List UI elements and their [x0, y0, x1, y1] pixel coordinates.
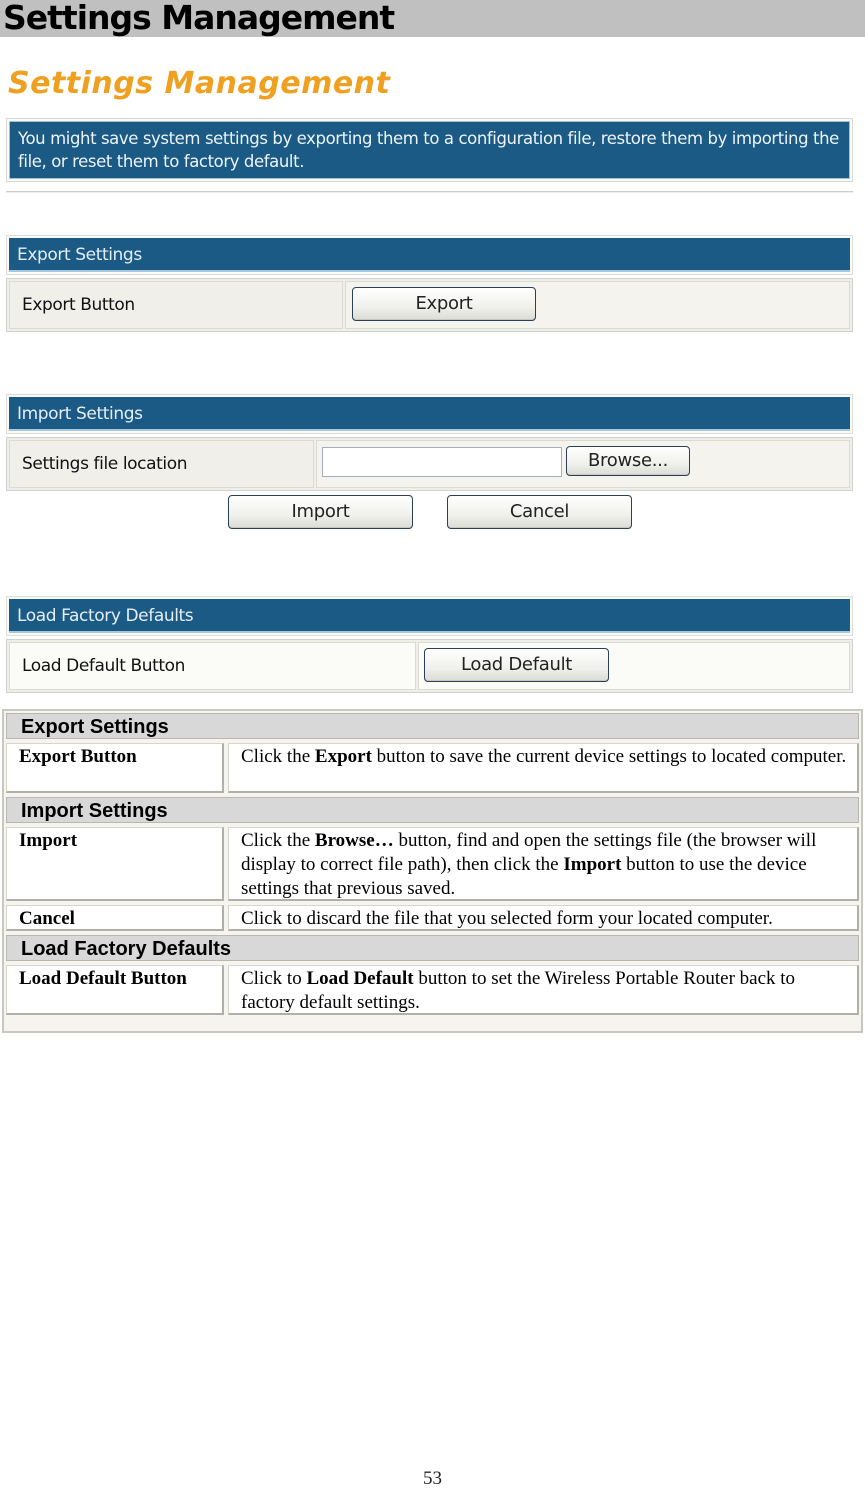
- cancel-button[interactable]: Cancel: [447, 495, 632, 529]
- description-cell: Click to Load Default button to set the …: [228, 965, 859, 1015]
- export-button-label: Export Button: [9, 281, 343, 329]
- description-table: Export Settings Export Button Click the …: [2, 709, 863, 1033]
- import-settings-header-label: Import Settings: [9, 397, 850, 431]
- load-default-button-label: Load Default Button: [9, 642, 416, 690]
- description-text: Click the: [241, 746, 315, 767]
- table-row: Import Click the Browse… button, find an…: [6, 827, 859, 901]
- section-header-export: Export Settings: [6, 713, 859, 739]
- table-row: Load Default Button Click to Load Defaul…: [6, 965, 859, 1015]
- settings-management-screenshot: Settings Management You might save syste…: [0, 40, 865, 700]
- import-button[interactable]: Import: [228, 495, 413, 529]
- import-settings-panel: Import Settings Settings file location B…: [6, 394, 853, 491]
- description-cell: Click the Export button to save the curr…: [228, 743, 859, 793]
- load-factory-defaults-header: Load Factory Defaults: [6, 596, 853, 636]
- browse-button[interactable]: Browse...: [566, 446, 690, 476]
- page-heading: Settings Management: [0, 0, 865, 37]
- term-cell: Import: [6, 827, 224, 901]
- term-cell: Cancel: [6, 905, 224, 931]
- description-text: Click to: [241, 968, 307, 989]
- description-cell: Click to discard the file that you selec…: [228, 905, 859, 931]
- file-control-cell: Browse...: [316, 440, 850, 488]
- divider: [6, 191, 853, 193]
- emphasized-text: Browse…: [314, 830, 394, 851]
- load-factory-defaults-panel: Load Factory Defaults Load Default Butto…: [6, 596, 853, 693]
- description-text: Click the: [241, 830, 315, 851]
- description-text: button to save the current device settin…: [371, 746, 847, 767]
- page-number: 53: [423, 1468, 442, 1488]
- table-row: Export Button Click the Export button to…: [6, 743, 859, 793]
- table-row: Cancel Click to discard the file that yo…: [6, 905, 859, 931]
- export-settings-header: Export Settings: [6, 235, 853, 275]
- load-default-button[interactable]: Load Default: [424, 648, 609, 682]
- section-header-import: Import Settings: [6, 797, 859, 823]
- import-settings-header: Import Settings: [6, 394, 853, 434]
- export-settings-panel: Export Settings Export Button Export: [6, 235, 853, 332]
- emphasized-text: Load Default: [306, 968, 414, 989]
- emphasized-text: Import: [563, 854, 622, 875]
- term-cell: Export Button: [6, 743, 224, 793]
- screenshot-title: Settings Management: [8, 66, 391, 101]
- export-control-cell: Export: [345, 281, 850, 329]
- settings-file-input[interactable]: [322, 447, 562, 477]
- settings-file-location-row: Settings file location Browse...: [6, 437, 853, 491]
- intro-text: You might save system settings by export…: [9, 121, 850, 179]
- load-factory-defaults-header-label: Load Factory Defaults: [9, 599, 850, 633]
- export-button[interactable]: Export: [352, 287, 536, 321]
- intro-panel: You might save system settings by export…: [6, 118, 853, 182]
- term-cell: Load Default Button: [6, 965, 224, 1015]
- export-button-row: Export Button Export: [6, 278, 853, 332]
- export-settings-header-label: Export Settings: [9, 238, 850, 272]
- section-header-factory: Load Factory Defaults: [6, 935, 859, 961]
- emphasized-text: Export: [314, 746, 372, 767]
- load-default-row: Load Default Button Load Default: [6, 639, 853, 693]
- settings-file-location-label: Settings file location: [9, 440, 314, 488]
- load-default-control-cell: Load Default: [418, 642, 850, 690]
- description-cell: Click the Browse… button, find and open …: [228, 827, 859, 901]
- description-text: Click to discard the file that you selec…: [241, 908, 773, 929]
